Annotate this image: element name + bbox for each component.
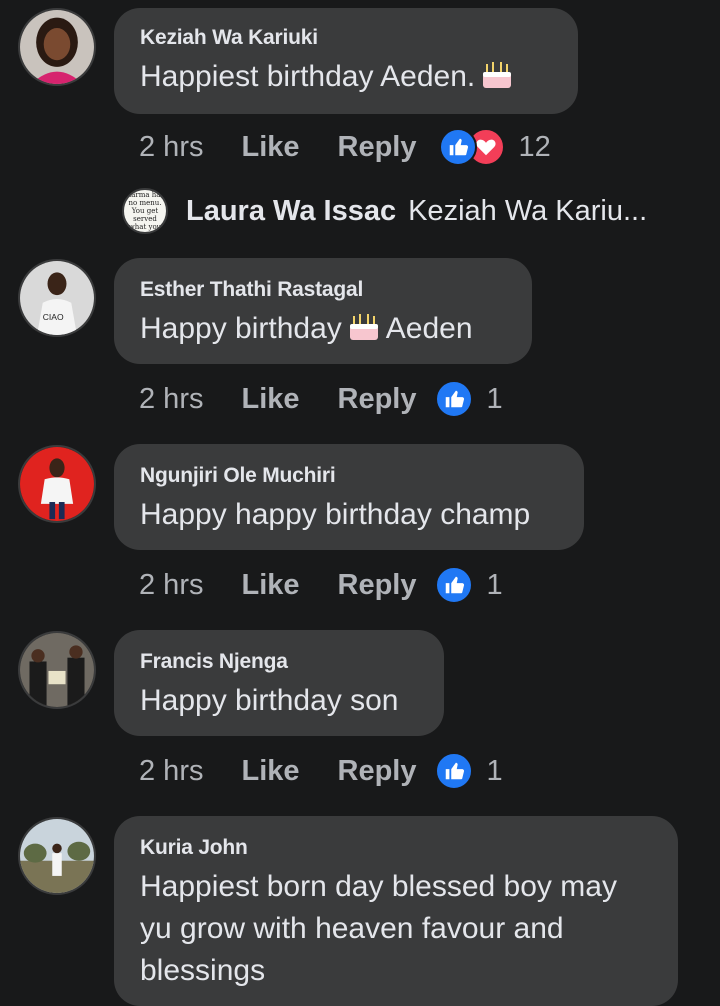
reaction-summary[interactable]: 1 <box>434 566 503 604</box>
thumbs-up-icon <box>434 380 473 418</box>
reaction-summary[interactable]: 1 <box>434 380 503 418</box>
avatar[interactable] <box>18 445 96 523</box>
timestamp[interactable]: 2 hrs <box>139 383 203 416</box>
timestamp[interactable]: 2 hrs <box>139 755 203 788</box>
like-button[interactable]: Like <box>241 755 299 788</box>
comment-author[interactable]: Keziah Wa Kariuki <box>140 26 552 50</box>
thumbs-up-icon <box>438 128 477 166</box>
thumbs-up-icon <box>434 566 473 604</box>
comment-actions: 2 hrs Like Reply 12 <box>139 127 551 167</box>
comment-text-line: blessings <box>140 954 266 987</box>
reply-button[interactable]: Reply <box>338 569 417 602</box>
comment-actions: 2 hrs Like Reply 1 <box>139 379 503 419</box>
reaction-count: 1 <box>486 382 503 415</box>
avatar: Karma has no menu. You get served what y… <box>122 188 168 234</box>
timestamp[interactable]: 2 hrs <box>139 131 203 164</box>
comment-bubble: Francis Njenga Happy birthday son <box>114 630 444 736</box>
like-button[interactable]: Like <box>241 131 299 164</box>
comment-author[interactable]: Kuria John <box>140 836 652 860</box>
avatar-caption: Karma has no menu. You get served what y… <box>125 191 165 231</box>
timestamp[interactable]: 2 hrs <box>139 569 203 602</box>
avatar[interactable]: CIAO <box>18 259 96 337</box>
reply-preview[interactable]: Karma has no menu. You get served what y… <box>122 188 647 234</box>
comment-bubble: Kuria John Happiest born day blessed boy… <box>114 816 678 1006</box>
comment-actions: 2 hrs Like Reply 1 <box>139 565 503 605</box>
comment-author[interactable]: Ngunjiri Ole Muchiri <box>140 464 558 488</box>
reply-button[interactable]: Reply <box>338 131 417 164</box>
like-button[interactable]: Like <box>241 383 299 416</box>
reply-author[interactable]: Laura Wa Issac <box>186 195 396 228</box>
comment-text: Happy birthday son <box>140 684 399 717</box>
comment-text: Happy birthday Aeden <box>140 312 473 345</box>
comment-text: Happiest born day blessed boy may yu gro… <box>140 866 652 992</box>
avatar[interactable] <box>18 817 96 895</box>
comment-bubble: Ngunjiri Ole Muchiri Happy happy birthda… <box>114 444 584 550</box>
comment-text-line: Happiest born day blessed boy may <box>140 870 617 903</box>
comment-author[interactable]: Francis Njenga <box>140 650 418 674</box>
reply-button[interactable]: Reply <box>338 755 417 788</box>
birthday-cake-emoji <box>349 314 378 340</box>
reaction-summary[interactable]: 1 <box>434 752 503 790</box>
svg-text:CIAO: CIAO <box>43 312 64 322</box>
comment-actions: 2 hrs Like Reply 1 <box>139 751 503 791</box>
comment-bubble: Esther Thathi Rastagal Happy birthday Aed… <box>114 258 532 364</box>
comment-text-line: yu grow with heaven favour and <box>140 912 564 945</box>
reply-text: Keziah Wa Kariu... <box>408 194 648 227</box>
comment-author[interactable]: Esther Thathi Rastagal <box>140 278 506 302</box>
thumbs-up-icon <box>434 752 473 790</box>
reaction-summary[interactable]: 12 <box>438 128 551 166</box>
comment-text: Happy happy birthday champ <box>140 498 531 531</box>
avatar[interactable] <box>18 8 96 86</box>
birthday-cake-emoji <box>483 62 512 88</box>
comment-bubble: Keziah Wa Kariuki Happiest birthday Aede… <box>114 8 578 114</box>
like-button[interactable]: Like <box>241 569 299 602</box>
reaction-count: 1 <box>486 568 503 601</box>
reaction-count: 12 <box>518 130 551 163</box>
reply-button[interactable]: Reply <box>338 383 417 416</box>
reaction-count: 1 <box>486 754 503 787</box>
comment-text: Happiest birthday Aeden. <box>140 56 552 98</box>
avatar[interactable] <box>18 631 96 709</box>
